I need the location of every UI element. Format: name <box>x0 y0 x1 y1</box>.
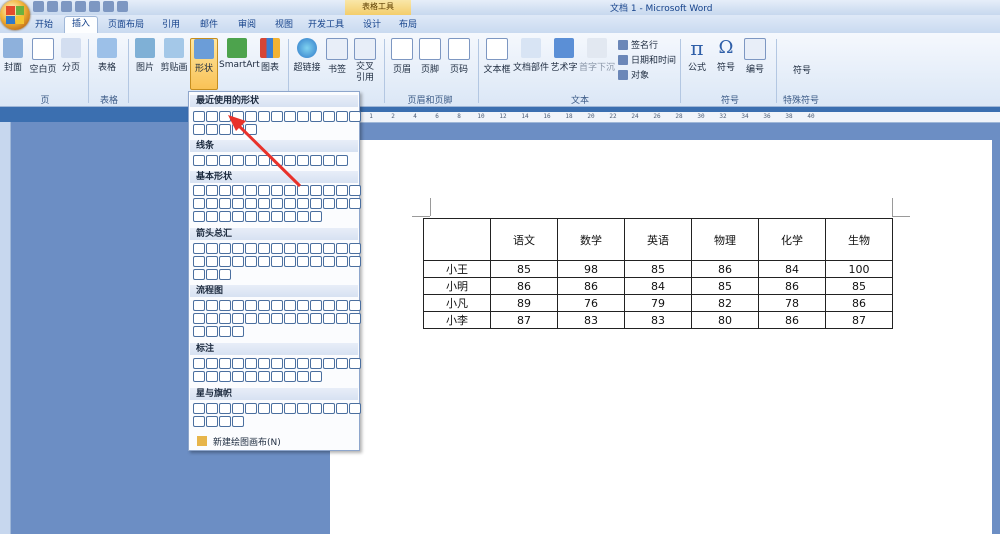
annotation-arrow <box>228 115 302 188</box>
